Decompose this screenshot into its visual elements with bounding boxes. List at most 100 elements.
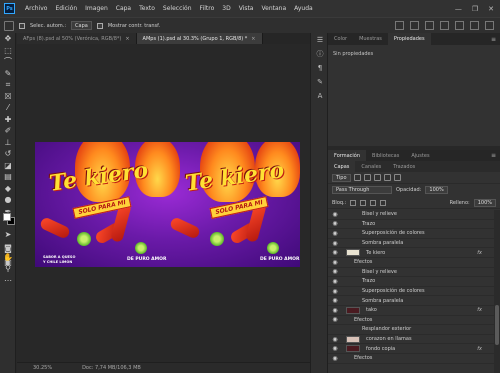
move-tool-icon[interactable]: ✥ (0, 33, 16, 45)
panel-menu-icon[interactable]: ≡ (491, 150, 500, 161)
layer-row[interactable]: ◉ Efectos (328, 316, 494, 326)
layer-row[interactable]: ◉ Bisel y relieve (328, 210, 494, 220)
panel-menu-icon[interactable]: ≡ (491, 33, 500, 45)
layer-filter-dropdown[interactable]: Tipo (332, 173, 351, 182)
visibility-eye-icon[interactable]: ◉ (328, 268, 342, 275)
lasso-tool-icon[interactable]: ⌒ (0, 56, 16, 68)
fill-input[interactable]: 100% (473, 198, 496, 207)
lock-pixels-icon[interactable] (350, 199, 357, 206)
layer-effects-icon[interactable]: fx (477, 250, 482, 256)
tab-document-1[interactable]: AFps (8).psd al 50% (Verónica, RGB/8*) × (17, 33, 137, 44)
move-tool-icon[interactable] (4, 20, 14, 31)
pixel-filter-icon[interactable] (353, 174, 361, 181)
close-button[interactable]: ✕ (488, 5, 494, 13)
visibility-eye-icon[interactable]: ◉ (328, 336, 342, 343)
tab-properties[interactable]: Propiedades (387, 33, 431, 45)
close-icon[interactable]: × (251, 36, 255, 42)
layer-row[interactable]: ◉ Efectos (328, 258, 494, 268)
layer-row[interactable]: ◉ Bisel y relieve (328, 268, 494, 278)
clone-stamp-icon[interactable]: ⊥ (0, 137, 16, 149)
menu-item-selección[interactable]: Selección (159, 5, 196, 12)
autoselect-checkbox[interactable] (19, 22, 25, 29)
layer-effects-icon[interactable]: fx (477, 307, 482, 313)
layer-thumbnail[interactable] (346, 345, 360, 353)
menu-item-imagen[interactable]: Imagen (81, 5, 112, 12)
layer-row[interactable]: ◉ Superposición de colores (328, 287, 494, 297)
menu-item-edición[interactable]: Edición (51, 5, 81, 12)
healing-brush-icon[interactable]: ✚ (0, 114, 16, 126)
minimize-button[interactable]: — (455, 5, 462, 13)
lock-artboard-icon[interactable] (370, 199, 377, 206)
eraser-icon[interactable]: ◪ (0, 160, 16, 172)
maximize-button[interactable]: ❐ (472, 5, 478, 13)
blend-mode-dropdown[interactable]: Pass Through (332, 186, 392, 194)
layer-row[interactable]: ◉ fondo copia fx (328, 344, 494, 354)
paragraph-panel-icon[interactable]: ¶ (311, 61, 329, 75)
workspace-icon[interactable] (470, 21, 479, 30)
transform-checkbox[interactable] (96, 22, 103, 29)
foreground-color-swatch[interactable] (3, 213, 11, 221)
tab-formacion[interactable]: Formación (328, 150, 367, 161)
visibility-eye-icon[interactable]: ◉ (328, 345, 342, 352)
history-brush-icon[interactable]: ↺ (0, 148, 16, 160)
layer-row[interactable]: ◉ corazon en llamas (328, 335, 494, 345)
more-tools-icon[interactable]: ⋯ (0, 275, 16, 287)
autoselect-dropdown[interactable]: Capa (71, 21, 92, 30)
screen-mode-icon[interactable]: ▣ (0, 257, 16, 269)
visibility-eye-icon[interactable]: ◉ (328, 259, 342, 266)
frame-tool-icon[interactable]: ☒ (0, 91, 16, 103)
menu-item-vista[interactable]: Vista (235, 5, 258, 12)
visibility-eye-icon[interactable]: ◉ (328, 355, 342, 362)
gradient-tool-icon[interactable]: ▤ (0, 171, 16, 183)
visibility-eye-icon[interactable]: ◉ (328, 307, 342, 314)
layer-thumbnail[interactable] (346, 335, 360, 343)
tab-color[interactable]: Color (328, 33, 353, 45)
menu-item-capa[interactable]: Capa (112, 5, 135, 12)
lock-all-icon[interactable] (380, 199, 387, 206)
lock-position-icon[interactable] (360, 199, 367, 206)
layer-row[interactable]: ◉ Sombra paralela (328, 239, 494, 249)
menu-item-archivo[interactable]: Archivo (21, 5, 51, 12)
layer-row[interactable]: ◉ Superposición de colores (328, 229, 494, 239)
tab-layers[interactable]: Capas (328, 161, 356, 172)
visibility-eye-icon[interactable]: ◉ (328, 220, 342, 227)
quick-select-icon[interactable]: ✎ (0, 68, 16, 80)
brush-tool-icon[interactable]: ✐ (0, 125, 16, 137)
tab-swatches[interactable]: Muestras (353, 33, 388, 45)
tab-paths[interactable]: Trazados (387, 161, 421, 172)
visibility-eye-icon[interactable]: ◉ (328, 297, 342, 304)
layer-thumbnail[interactable] (346, 249, 360, 257)
layer-row[interactable]: ◉ Trazo (328, 220, 494, 230)
close-icon[interactable]: × (125, 36, 129, 42)
shape-filter-icon[interactable] (383, 174, 391, 181)
visibility-eye-icon[interactable]: ◉ (328, 211, 342, 218)
menu-item-texto[interactable]: Texto (135, 5, 159, 12)
opacity-input[interactable]: 100% (425, 186, 448, 194)
layer-row[interactable]: ◉ Te kiero fx (328, 248, 494, 258)
align-left-icon[interactable] (395, 21, 404, 30)
adjustment-filter-icon[interactable] (363, 174, 371, 181)
dodge-tool-icon[interactable]: ● (0, 194, 16, 206)
type-filter-icon[interactable] (373, 174, 381, 181)
search-icon[interactable] (455, 21, 464, 30)
brush-panel-icon[interactable]: ✎ (311, 75, 329, 89)
align-center-icon[interactable] (410, 21, 419, 30)
blur-tool-icon[interactable]: ◆ (0, 183, 16, 195)
layer-row[interactable]: ◉ Trazo (328, 277, 494, 287)
layer-row[interactable]: ◉ Sombra paralela (328, 296, 494, 306)
tab-document-2[interactable]: AMps (1).psd al 30.3% (Grupo 1, RGB/8) *… (136, 33, 263, 44)
crop-tool-icon[interactable]: ⌗ (0, 79, 16, 91)
tab-adjustments[interactable]: Ajustes (405, 150, 435, 161)
menu-item-3d[interactable]: 3D (218, 5, 234, 12)
visibility-eye-icon[interactable]: ◉ (328, 278, 342, 285)
menu-item-ventana[interactable]: Ventana (257, 5, 290, 12)
visibility-eye-icon[interactable]: ◉ (328, 288, 342, 295)
tab-channels[interactable]: Canales (355, 161, 387, 172)
visibility-eye-icon[interactable]: ◉ (328, 230, 342, 237)
layers-scrollbar[interactable] (494, 210, 500, 373)
artwork-image[interactable]: Te kiero Te kiero SOLO PARA MI SOLO PARA… (35, 142, 300, 267)
layer-row[interactable]: ◉ Efectos (328, 354, 494, 364)
layer-row[interactable]: ◉ tako fx (328, 306, 494, 316)
smart-object-filter-icon[interactable] (393, 174, 401, 181)
distribute-icon[interactable] (440, 21, 449, 30)
